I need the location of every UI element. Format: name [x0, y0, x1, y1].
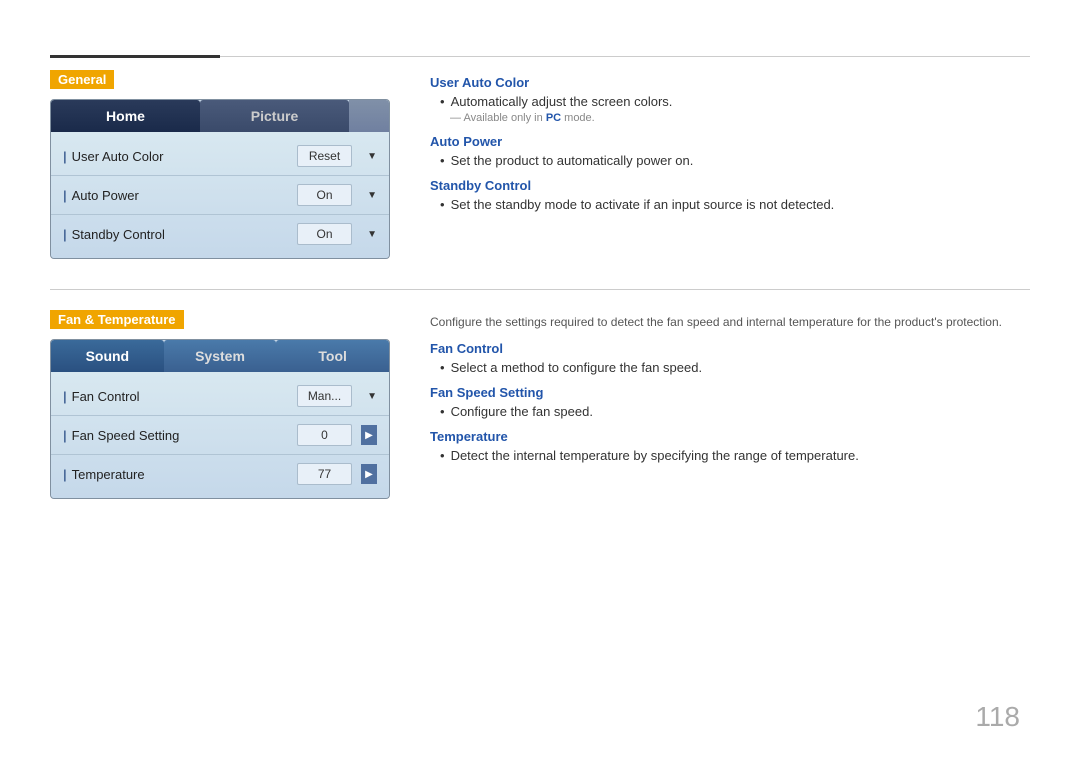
value-temperature-val[interactable]: 77 — [297, 463, 352, 485]
desc-bullet-fan-speed: Configure the fan speed. — [440, 404, 1030, 419]
value-fan-speed: 0 ▶ — [297, 424, 377, 446]
divider-light — [220, 56, 1030, 57]
desc-text-fan-speed: Configure the fan speed. — [451, 404, 593, 419]
page-number: 118 — [975, 701, 1020, 733]
general-content: General Home Picture User — [50, 70, 1030, 259]
general-tabs: Home Picture — [51, 100, 389, 132]
desc-title-fan-speed: Fan Speed Setting — [430, 385, 1030, 400]
general-section: General Home Picture User — [50, 70, 1030, 259]
desc-bullet-user-auto-color: Automatically adjust the screen colors. — [440, 94, 1030, 109]
dropdown-arrow-reset[interactable]: ▼ — [367, 151, 377, 162]
fan-content: Fan & Temperature Sound System Tool — [50, 310, 1030, 499]
label-user-auto-color: User Auto Color — [63, 149, 163, 164]
desc-bullet-temperature: Detect the internal temperature by speci… — [440, 448, 1030, 463]
label-temperature: Temperature — [63, 467, 145, 482]
tab-placeholder — [349, 100, 389, 132]
value-reset[interactable]: Reset — [297, 145, 352, 167]
desc-title-fan-control: Fan Control — [430, 341, 1030, 356]
tab-picture[interactable]: Picture — [200, 100, 349, 132]
page-container: General Home Picture User — [0, 0, 1080, 763]
value-man[interactable]: Man... — [297, 385, 352, 407]
desc-text-temperature: Detect the internal temperature by speci… — [451, 448, 859, 463]
desc-title-user-auto-color: User Auto Color — [430, 75, 1030, 90]
row-auto-power: Auto Power On ▼ — [51, 176, 389, 215]
desc-title-auto-power: Auto Power — [430, 134, 1030, 149]
fan-speed-increment[interactable]: ▶ — [361, 425, 377, 445]
general-right: User Auto Color Automatically adjust the… — [430, 70, 1030, 259]
top-divider — [50, 55, 1030, 57]
fan-tabs: Sound System Tool — [51, 340, 389, 372]
tab-sound[interactable]: Sound — [51, 340, 164, 372]
general-left: General Home Picture User — [50, 70, 390, 259]
dropdown-arrow-fan[interactable]: ▼ — [367, 391, 377, 402]
fan-menu-panel: Sound System Tool Fan Control — [50, 339, 390, 499]
tab-system[interactable]: System — [164, 340, 277, 372]
desc-note-user-auto-color: — Available only in PC mode. — [450, 112, 1030, 124]
value-user-auto-color: Reset ▼ — [297, 145, 377, 167]
desc-bullet-fan-control: Select a method to configure the fan spe… — [440, 360, 1030, 375]
pc-highlight: PC — [546, 112, 561, 124]
temperature-increment[interactable]: ▶ — [361, 464, 377, 484]
general-rows: User Auto Color Reset ▼ Auto Power On — [51, 132, 389, 258]
general-menu-panel: Home Picture User Auto Color Reset — [50, 99, 390, 259]
tab-tool[interactable]: Tool — [276, 340, 389, 372]
value-fan-control: Man... ▼ — [297, 385, 377, 407]
row-user-auto-color: User Auto Color Reset ▼ — [51, 137, 389, 176]
value-on-standby[interactable]: On — [297, 223, 352, 245]
desc-title-standby-control: Standby Control — [430, 178, 1030, 193]
desc-text-standby-control: Set the standby mode to activate if an i… — [451, 197, 835, 212]
desc-bullet-standby-control: Set the standby mode to activate if an i… — [440, 197, 1030, 212]
dropdown-arrow-standby[interactable]: ▼ — [367, 229, 377, 240]
value-standby-control: On ▼ — [297, 223, 377, 245]
mid-divider — [50, 289, 1030, 290]
desc-bullet-auto-power: Set the product to automatically power o… — [440, 153, 1030, 168]
tab-home[interactable]: Home — [51, 100, 200, 132]
desc-text-user-auto-color: Automatically adjust the screen colors. — [451, 94, 673, 109]
row-standby-control: Standby Control On ▼ — [51, 215, 389, 253]
fan-header-desc: Configure the settings required to detec… — [430, 315, 1030, 329]
value-temperature: 77 ▶ — [297, 463, 377, 485]
fan-right: Configure the settings required to detec… — [430, 310, 1030, 499]
divider-dark — [50, 55, 220, 58]
value-on-autopower[interactable]: On — [297, 184, 352, 206]
desc-title-temperature: Temperature — [430, 429, 1030, 444]
label-auto-power: Auto Power — [63, 188, 139, 203]
value-auto-power: On ▼ — [297, 184, 377, 206]
value-fan-speed-val[interactable]: 0 — [297, 424, 352, 446]
fan-temperature-section: Fan & Temperature Sound System Tool — [50, 310, 1030, 499]
label-standby-control: Standby Control — [63, 227, 165, 242]
general-label: General — [50, 70, 114, 89]
row-fan-speed: Fan Speed Setting 0 ▶ — [51, 416, 389, 455]
fan-left: Fan & Temperature Sound System Tool — [50, 310, 390, 499]
desc-text-fan-control: Select a method to configure the fan spe… — [451, 360, 703, 375]
row-fan-control: Fan Control Man... ▼ — [51, 377, 389, 416]
desc-text-auto-power: Set the product to automatically power o… — [451, 153, 694, 168]
fan-label: Fan & Temperature — [50, 310, 184, 329]
row-temperature: Temperature 77 ▶ — [51, 455, 389, 493]
fan-rows: Fan Control Man... ▼ Fan Speed Setting 0 — [51, 372, 389, 498]
label-fan-speed: Fan Speed Setting — [63, 428, 179, 443]
dropdown-arrow-autopower[interactable]: ▼ — [367, 190, 377, 201]
label-fan-control: Fan Control — [63, 389, 140, 404]
